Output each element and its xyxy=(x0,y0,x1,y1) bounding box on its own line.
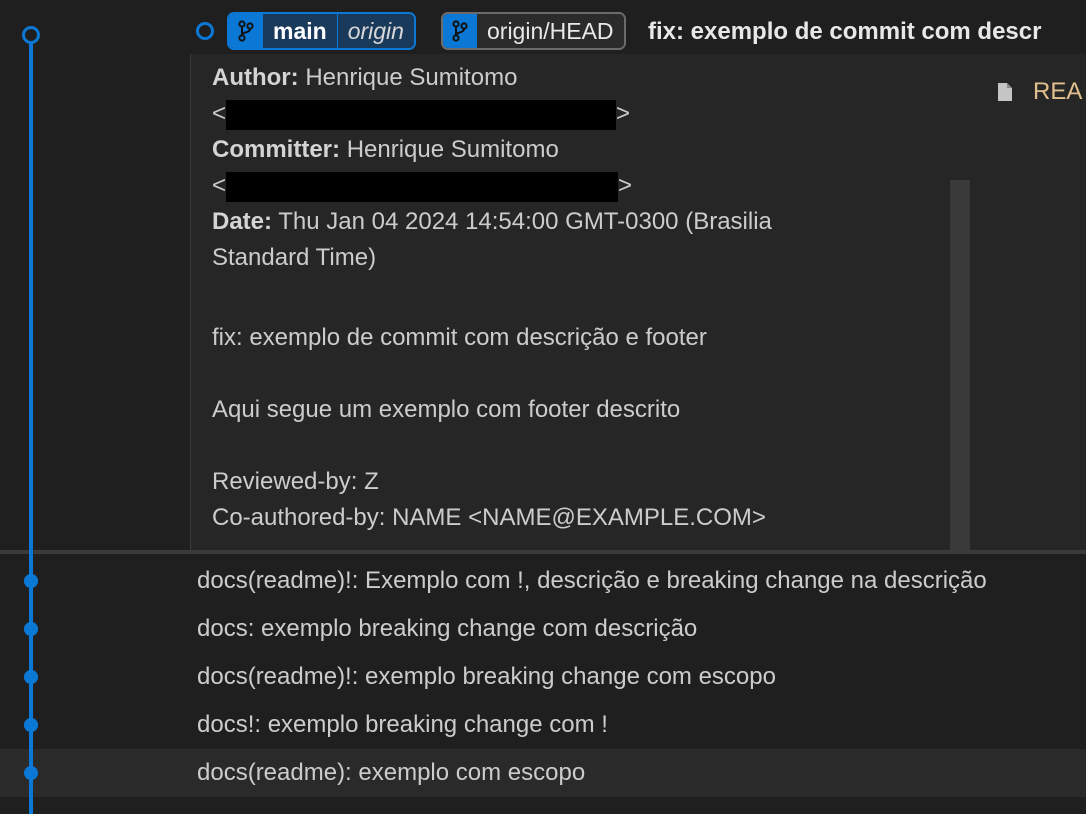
commit-row[interactable]: docs!: exemplo breaking change com ! xyxy=(0,701,1086,749)
file-name: REA xyxy=(1033,78,1083,105)
author-email-line: < > xyxy=(212,96,952,132)
branch-icon xyxy=(443,14,477,48)
commit-row-selected[interactable]: docs(readme): exemplo com escopo xyxy=(0,749,1086,797)
committer-email-line: < > xyxy=(212,168,952,204)
redacted-email xyxy=(226,171,619,202)
date-line: Date: Thu Jan 04 2024 14:54:00 GMT-0300 … xyxy=(212,204,952,240)
commit-row[interactable]: docs(readme)!: exemplo breaking change c… xyxy=(0,653,1086,701)
ref-badge-main[interactable]: main origin xyxy=(227,12,416,50)
commit-title: fix: exemplo de commit com descr xyxy=(648,18,1042,45)
commit-message: docs: exemplo breaking change com descri… xyxy=(197,615,698,642)
commit-row[interactable]: docs(readme)!: Exemplo com !, descrição … xyxy=(0,557,1086,605)
committer-name: Henrique Sumitomo xyxy=(346,136,559,163)
changed-files-pane: REA xyxy=(971,54,1086,550)
remote-name: origin xyxy=(337,14,414,48)
commit-row[interactable]: docs: exemplo breaking change com descri… xyxy=(0,605,1086,653)
remote-ref-name: origin/HEAD xyxy=(477,14,624,48)
commit-message: docs(readme)!: Exemplo com !, descrição … xyxy=(197,567,987,594)
redacted-email xyxy=(226,99,617,130)
email-bracket: > xyxy=(618,172,633,199)
email-bracket: > xyxy=(616,100,631,127)
details-scrollbar[interactable] xyxy=(950,180,970,550)
committer-line: Committer: Henrique Sumitomo xyxy=(212,132,952,168)
trailer-reviewed-by: Reviewed-by: Z xyxy=(212,468,379,495)
commit-node-icon xyxy=(196,22,214,40)
author-label: Author: xyxy=(212,64,299,91)
author-name: Henrique Sumitomo xyxy=(305,64,518,91)
trailer-co-authored-by: Co-authored-by: NAME <NAME@EXAMPLE.COM> xyxy=(212,504,766,531)
date-line-cont: Standard Time) xyxy=(212,244,377,271)
email-bracket: < xyxy=(212,100,227,127)
commit-message: docs(readme)!: exemplo breaking change c… xyxy=(197,663,776,690)
branch-icon xyxy=(229,14,263,48)
message-subject: fix: exemplo de commit com descrição e f… xyxy=(212,324,707,351)
email-bracket: < xyxy=(212,172,227,199)
panel-divider xyxy=(0,550,1086,554)
date-value: Thu Jan 04 2024 14:54:00 GMT-0300 (Brasi… xyxy=(278,208,772,235)
commit-details-text: Author: Henrique Sumitomo < > Committer: … xyxy=(212,60,952,536)
commit-message: docs(readme): exemplo com escopo xyxy=(197,759,586,786)
commit-message: docs!: exemplo breaking change com ! xyxy=(197,711,608,738)
author-line: Author: Henrique Sumitomo xyxy=(212,60,952,96)
date-label: Date: xyxy=(212,208,273,235)
message-body: Aqui segue um exemplo com footer descrit… xyxy=(212,396,681,423)
commit-details-panel: Author: Henrique Sumitomo < > Committer: … xyxy=(190,54,972,550)
branch-name: main xyxy=(263,14,338,48)
ref-badge-origin-head[interactable]: origin/HEAD xyxy=(441,12,626,50)
file-icon xyxy=(998,83,1012,101)
file-item[interactable]: REA xyxy=(997,78,1082,106)
committer-label: Committer: xyxy=(212,136,341,163)
